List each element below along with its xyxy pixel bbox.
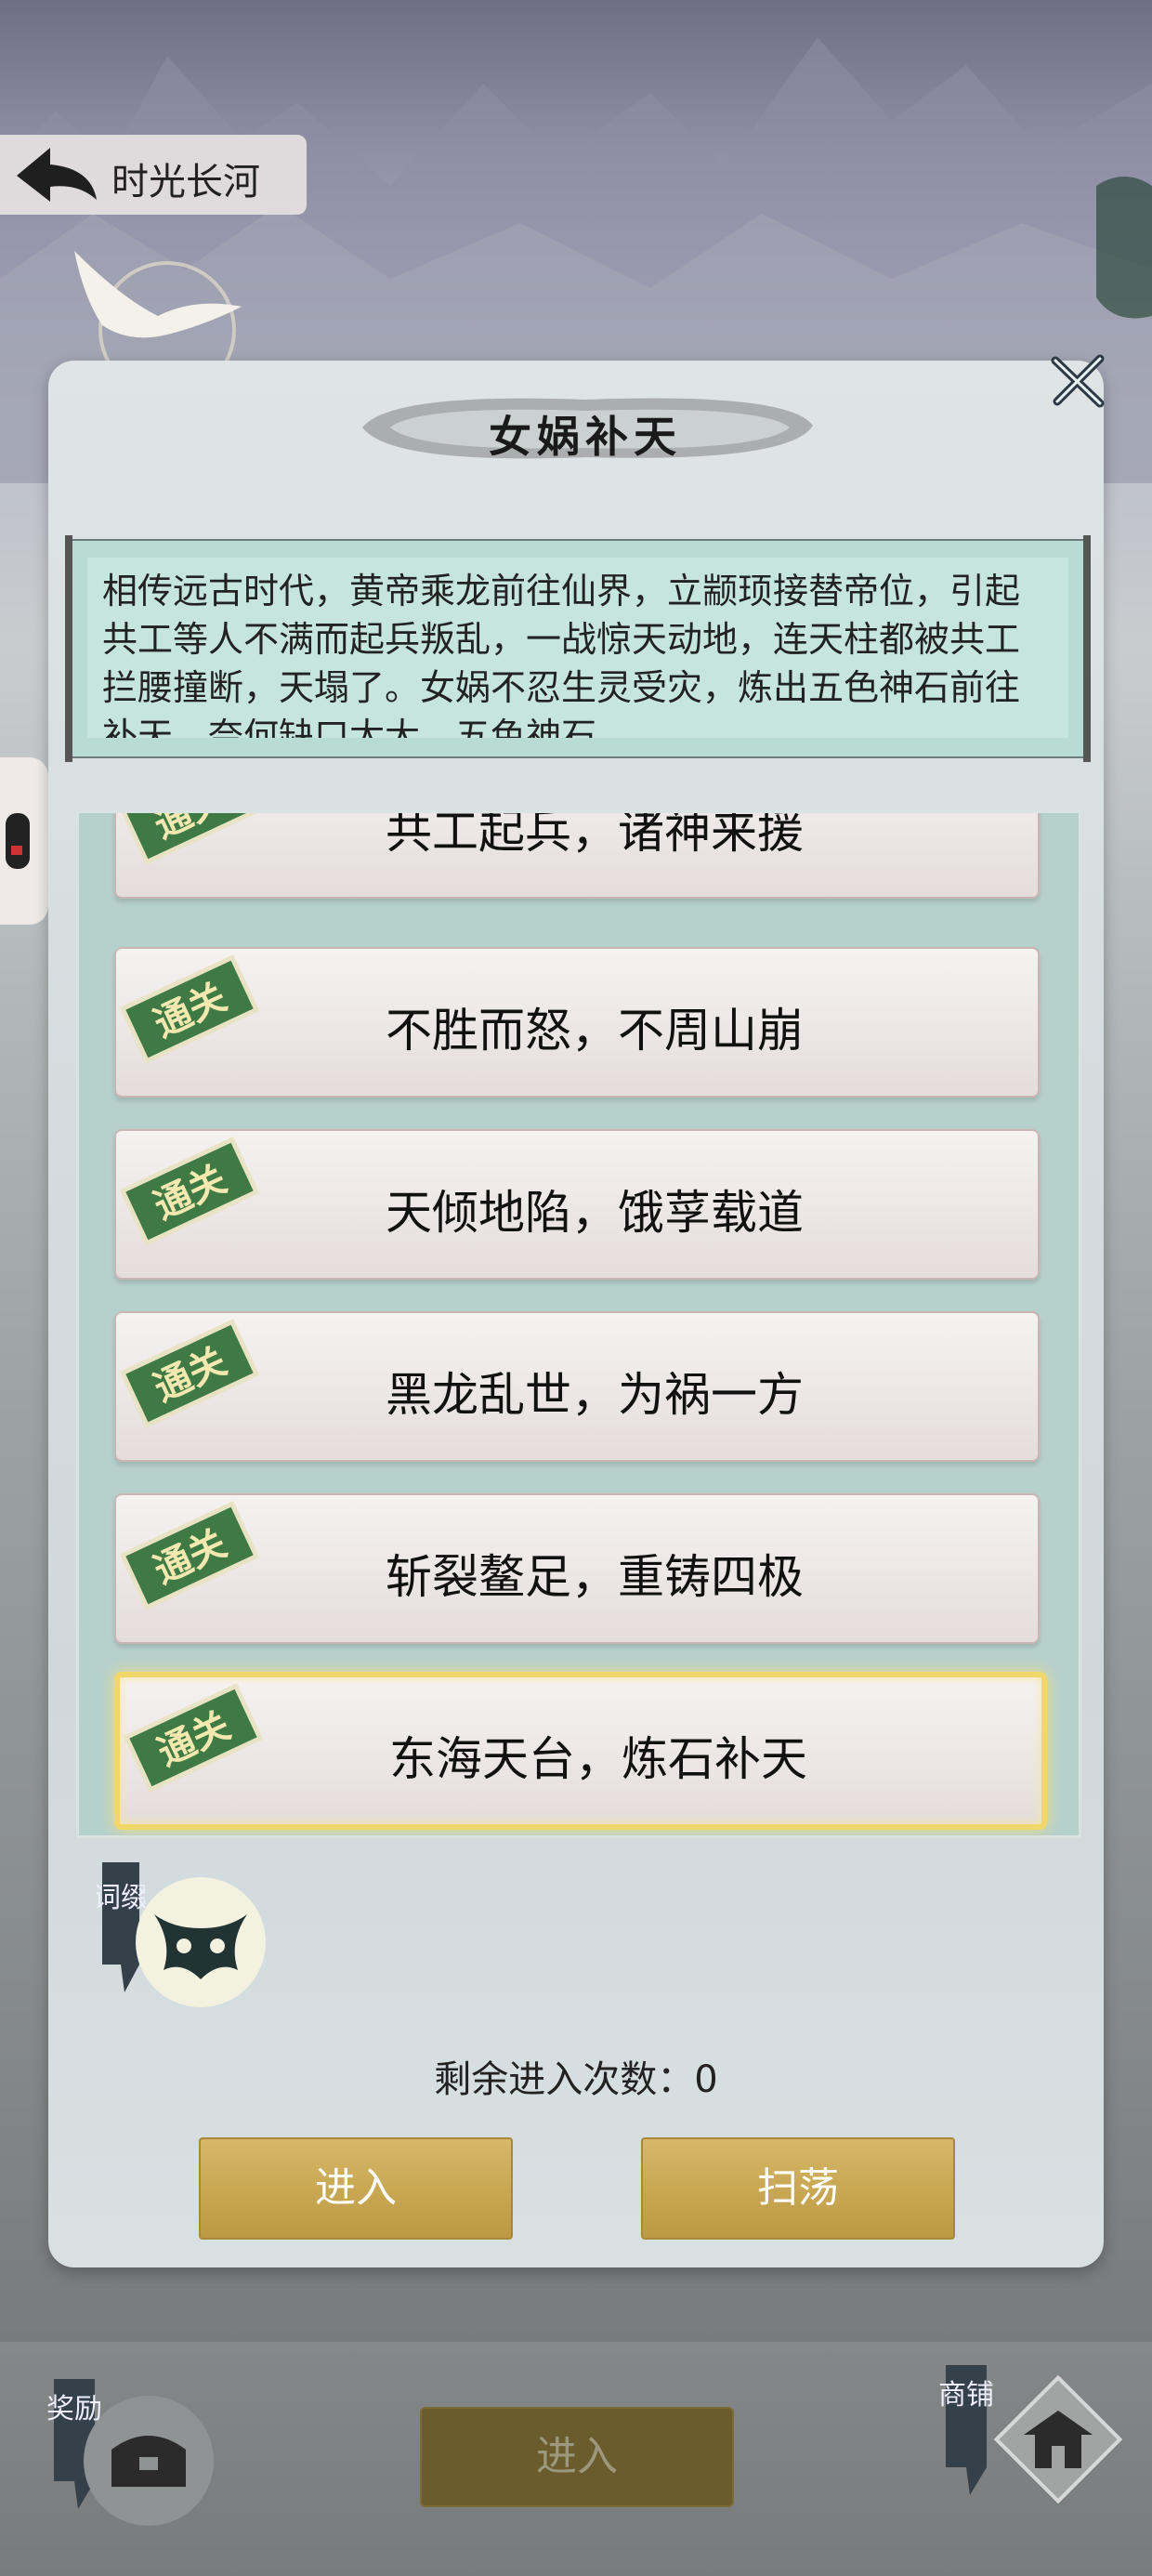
side-character-tab[interactable] [0, 757, 48, 925]
cleared-badge-icon: 通关 [119, 1319, 260, 1428]
remaining-entries: 剩余进入次数：0 [0, 2049, 1152, 2103]
cleared-badge-icon: 通关 [119, 813, 260, 865]
remaining-label: 剩余进入次数： [434, 2058, 695, 2101]
level-name: 东海天台，炼石补天 [389, 1732, 807, 1786]
level-card-6-selected[interactable]: 通关 东海天台，炼石补天 [114, 1672, 1047, 1830]
level-name: 不胜而怒，不周山崩 [386, 1004, 804, 1058]
level-card-5[interactable]: 通关 斩裂鳌足，重铸四极 [114, 1493, 1040, 1644]
back-arrow-icon[interactable] [13, 144, 101, 205]
treasure-chest-icon[interactable] [84, 2396, 214, 2526]
svg-text:奖励: 奖励 [46, 2393, 102, 2425]
cleared-badge-icon: 通关 [123, 1683, 264, 1793]
character-figure-icon [6, 813, 30, 869]
level-card-2[interactable]: 通关 不胜而怒，不周山崩 [114, 947, 1040, 1097]
svg-text:词缀: 词缀 [97, 1882, 145, 1914]
level-card-4[interactable]: 通关 黑龙乱世，为祸一方 [114, 1311, 1040, 1462]
cleared-badge-icon: 通关 [119, 954, 260, 1064]
bottom-enter-button[interactable]: 进入 [420, 2407, 734, 2507]
cleared-badge-icon: 通关 [119, 1501, 260, 1610]
level-name: 共工起兵，诸神来援 [386, 810, 804, 859]
cleared-badge-icon: 通关 [119, 1137, 260, 1246]
shop-pavilion-icon[interactable] [988, 2370, 1128, 2509]
shop-label-tag: 商铺 [938, 2365, 994, 2495]
svg-text:商铺: 商铺 [938, 2379, 994, 2412]
mask-icon[interactable] [136, 1877, 266, 2007]
story-text: 相传远古时代，黄帝乘龙前往仙界，立颛顼接替帝位，引起共工等人不满而起兵叛乱，一战… [102, 571, 1021, 738]
level-card-1[interactable]: 通关 共工起兵，诸神来援 [114, 810, 1040, 899]
level-card-3[interactable]: 通关 天倾地陷，饿莩载道 [114, 1129, 1040, 1280]
level-list[interactable]: 通关 共工起兵，诸神来援 通关 不胜而怒，不周山崩 通关 天倾地陷，饿莩载道 通… [76, 810, 1081, 1838]
top-navigation-bar: 时光长河 [0, 135, 307, 215]
level-name: 斩裂鳌足，重铸四极 [386, 1550, 804, 1604]
close-icon[interactable] [1048, 351, 1107, 411]
story-scroll[interactable]: 相传远古时代，黄帝乘龙前往仙界，立颛顼接替帝位，引起共工等人不满而起兵叛乱，一战… [65, 535, 1091, 762]
page-title: 时光长河 [111, 161, 260, 204]
dialog-title-plaque: 女娲补天 [353, 383, 818, 472]
sweep-button[interactable]: 扫荡 [641, 2137, 955, 2240]
enter-button[interactable]: 进入 [199, 2137, 513, 2240]
dialog-title: 女娲补天 [489, 412, 682, 462]
level-name: 黑龙乱世，为祸一方 [386, 1368, 804, 1422]
remaining-count: 0 [694, 2058, 718, 2101]
level-name: 天倾地陷，饿莩载道 [386, 1186, 804, 1240]
